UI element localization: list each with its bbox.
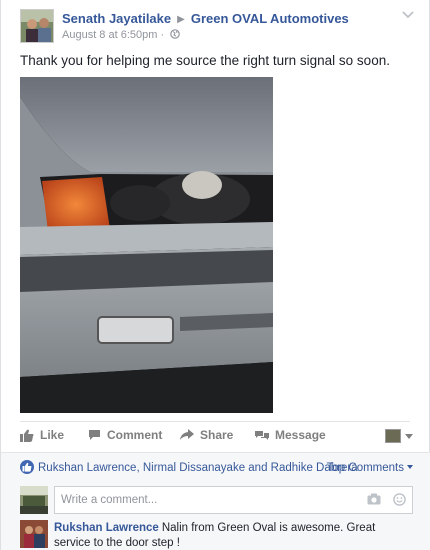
comment-placeholder: Write a comment... xyxy=(61,494,158,506)
post-meta: August 8 at 6:50pm · xyxy=(62,29,181,41)
write-comment-row: Write a comment... xyxy=(20,486,413,514)
emoji-icon[interactable] xyxy=(393,493,406,506)
comment-body: Rukshan Lawrence Nalin from Green Oval is… xyxy=(54,521,413,550)
comment-author[interactable]: Rukshan Lawrence xyxy=(54,522,159,534)
share-label: Share xyxy=(200,428,234,442)
comment-label: Comment xyxy=(107,428,163,442)
globe-icon[interactable] xyxy=(170,29,181,39)
like-label: Like xyxy=(40,428,65,442)
post-header: Senath Jayatilake ▶ Green OVAL Automotives… xyxy=(20,9,419,43)
chevron-down-icon[interactable] xyxy=(401,9,415,21)
post-actions-bar: Like Comment Share Message xyxy=(20,428,413,448)
viewer-avatar xyxy=(20,486,48,514)
caret-down-icon xyxy=(405,433,413,439)
camera-icon[interactable] xyxy=(367,493,381,505)
actions-divider-top xyxy=(20,421,410,422)
post-text: Thank you for helping me source the righ… xyxy=(20,53,390,68)
post-photo[interactable] xyxy=(20,77,273,413)
author-avatar[interactable] xyxy=(20,9,54,43)
post-author-line: Senath Jayatilake ▶ Green OVAL Automotives xyxy=(62,11,349,26)
share-arrow-icon xyxy=(180,429,194,440)
share-button[interactable]: Share xyxy=(180,428,233,442)
comment-button[interactable]: Comment xyxy=(88,428,162,442)
caret-down-icon xyxy=(407,465,413,469)
page-thumbnail xyxy=(385,429,401,443)
meta-separator: · xyxy=(157,29,165,41)
top-comments-dropdown[interactable]: Top Comments xyxy=(327,462,413,474)
message-icon xyxy=(255,431,269,440)
like-badge-icon xyxy=(20,460,34,474)
target-page-name[interactable]: Green OVAL Automotives xyxy=(191,11,349,26)
likes-summary-row: Rukshan Lawrence, Nirmal Dissanayake and… xyxy=(20,460,413,478)
comment-input[interactable]: Write a comment... xyxy=(54,486,413,514)
post-card: Senath Jayatilake ▶ Green OVAL Automotives… xyxy=(0,0,430,550)
thumbs-up-icon xyxy=(20,429,34,442)
message-button[interactable]: Message xyxy=(255,428,326,442)
top-comments-label: Top Comments xyxy=(326,462,404,474)
likes-names[interactable]: Rukshan Lawrence, Nirmal Dissanayake and… xyxy=(38,462,358,474)
share-as-selector[interactable] xyxy=(385,429,413,443)
arrow-right-icon: ▶ xyxy=(177,14,185,25)
message-label: Message xyxy=(275,428,326,442)
comment-item: Rukshan Lawrence Nalin from Green Oval is… xyxy=(20,520,413,550)
author-name[interactable]: Senath Jayatilake xyxy=(62,11,171,26)
commenter-avatar[interactable] xyxy=(20,520,48,548)
post-timestamp[interactable]: August 8 at 6:50pm xyxy=(62,29,157,41)
like-button[interactable]: Like xyxy=(20,428,64,442)
comment-bubble-icon xyxy=(89,430,100,440)
